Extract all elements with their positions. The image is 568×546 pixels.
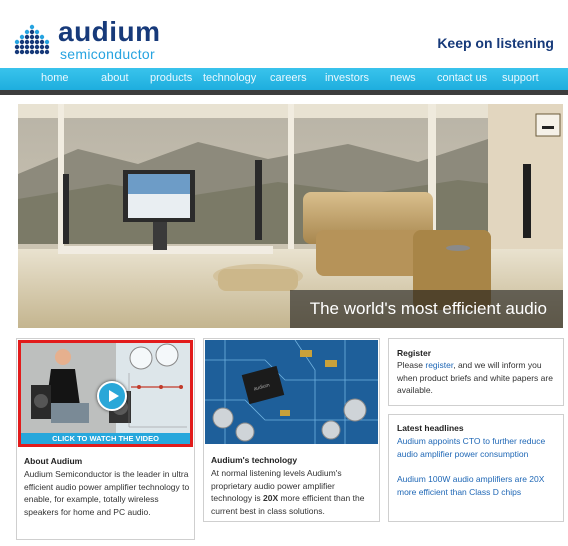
register-text: Please register, and we will inform you … xyxy=(397,359,559,397)
hero-caption: The world's most efficient audio xyxy=(289,290,563,328)
circuit-board-graphic: audium xyxy=(205,340,378,444)
nav-support[interactable]: support xyxy=(502,72,539,84)
register-box: Register Please register, and we will in… xyxy=(388,338,564,406)
nav-home[interactable]: home xyxy=(41,72,69,84)
technology-title: Audium's technology xyxy=(211,455,298,465)
circuit-board-image: audium xyxy=(205,340,378,444)
main-nav: home about products technology careers i… xyxy=(0,68,568,90)
headline-link[interactable]: Audium 100W audio amplifiers are 20X mor… xyxy=(397,473,557,498)
technology-text-emphasis: 20X xyxy=(262,493,279,504)
nav-careers[interactable]: careers xyxy=(270,72,307,84)
watch-video-label[interactable]: CLICK TO WATCH THE VIDEO xyxy=(21,433,190,444)
logo-dots-icon xyxy=(14,24,50,55)
nav-contact-us[interactable]: contact us xyxy=(437,72,487,84)
technology-text: At normal listening levels Audium's prop… xyxy=(211,467,371,517)
page: audium semiconductor Keep on listening h… xyxy=(0,0,568,546)
about-title: About Audium xyxy=(24,456,83,466)
about-box: CLICK TO WATCH THE VIDEO About Audium Au… xyxy=(16,338,195,540)
headlines-title: Latest headlines xyxy=(397,423,464,433)
logo-brand: audium xyxy=(58,16,161,47)
headline-link[interactable]: Audium appoints CTO to further reduce au… xyxy=(397,435,557,460)
nav-about[interactable]: about xyxy=(101,72,129,84)
logo-subtitle: semiconductor xyxy=(60,46,155,62)
latest-headlines-box: Latest headlines Audium appoints CTO to … xyxy=(388,414,564,522)
nav-technology[interactable]: technology xyxy=(203,72,256,84)
register-title: Register xyxy=(397,348,432,358)
video-thumbnail[interactable]: CLICK TO WATCH THE VIDEO xyxy=(18,340,193,447)
technology-box: audium Audium's technology At normal lis… xyxy=(203,338,380,522)
header: audium semiconductor Keep on listening xyxy=(0,0,568,68)
nav-investors[interactable]: investors xyxy=(325,72,369,84)
register-link[interactable]: register xyxy=(425,360,453,370)
audium-logo[interactable]: audium semiconductor xyxy=(14,16,174,64)
about-text: Audium Semiconductor is the leader in ul… xyxy=(24,469,190,517)
nav-products[interactable]: products xyxy=(150,72,192,84)
register-text-part: Please xyxy=(397,360,426,370)
tagline: Keep on listening xyxy=(437,35,554,51)
hero-banner: The world's most efficient audio xyxy=(18,104,563,328)
play-icon[interactable] xyxy=(97,381,127,411)
nav-shadow-stripe xyxy=(0,90,568,95)
nav-news[interactable]: news xyxy=(390,72,416,84)
